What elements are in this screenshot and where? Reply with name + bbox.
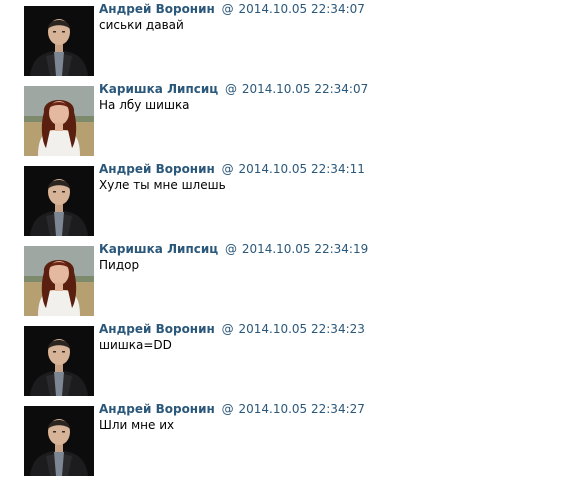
author-link[interactable]: Андрей Воронин [99,402,215,416]
author-link[interactable]: Каришка Липсиц [99,242,218,256]
avatar-man-photo [24,6,94,76]
message-header: Каришка Липсиц @ 2014.10.05 22:34:07 [99,82,573,97]
message-list: Андрей Воронин @ 2014.10.05 22:34:07 сис… [24,0,573,480]
avatar-karishka-lipsits[interactable] [24,86,94,156]
author-link[interactable]: Андрей Воронин [99,2,215,16]
message-item: Андрей Воронин @ 2014.10.05 22:34:11 Хул… [24,160,573,240]
message-body: Андрей Воронин @ 2014.10.05 22:34:23 шиш… [99,322,573,353]
timestamp-link[interactable]: 2014.10.05 22:34:07 [238,2,364,16]
message-item: Андрей Воронин @ 2014.10.05 22:34:23 шиш… [24,320,573,400]
avatar-andrey-voronin[interactable] [24,326,94,396]
message-header: Каришка Липсиц @ 2014.10.05 22:34:19 [99,242,573,257]
avatar-man-photo [24,406,94,476]
message-text: шишка=DD [99,338,172,352]
message-text: Пидор [99,258,140,272]
message-text: На лбу шишка [99,98,190,112]
message-body: Андрей Воронин @ 2014.10.05 22:34:27 Шли… [99,402,573,433]
message-header: Андрей Воронин @ 2014.10.05 22:34:23 [99,322,573,337]
at-separator: @ [224,242,237,256]
timestamp-link[interactable]: 2014.10.05 22:34:19 [242,242,368,256]
message-text: сиськи давай [99,18,184,32]
avatar-andrey-voronin[interactable] [24,6,94,76]
avatar-woman-photo [24,86,94,156]
avatar-man-photo [24,326,94,396]
message-item: Андрей Воронин @ 2014.10.05 22:34:07 сис… [24,0,573,80]
at-separator: @ [221,2,234,16]
message-text: Хуле ты мне шлешь [99,178,226,192]
message-header: Андрей Воронин @ 2014.10.05 22:34:27 [99,402,573,417]
message-header: Андрей Воронин @ 2014.10.05 22:34:11 [99,162,573,177]
message-text: Шли мне их [99,418,175,432]
avatar-karishka-lipsits[interactable] [24,246,94,316]
avatar-andrey-voronin[interactable] [24,406,94,476]
at-separator: @ [221,402,234,416]
at-separator: @ [224,82,237,96]
message-item: Каришка Липсиц @ 2014.10.05 22:34:07 На … [24,80,573,160]
avatar-man-photo [24,166,94,236]
avatar-woman-photo [24,246,94,316]
avatar-andrey-voronin[interactable] [24,166,94,236]
at-separator: @ [221,322,234,336]
message-body: Андрей Воронин @ 2014.10.05 22:34:07 сис… [99,2,573,33]
author-link[interactable]: Андрей Воронин [99,162,215,176]
message-item: Андрей Воронин @ 2014.10.05 22:34:27 Шли… [24,400,573,480]
timestamp-link[interactable]: 2014.10.05 22:34:27 [238,402,364,416]
message-body: Каришка Липсиц @ 2014.10.05 22:34:19 Пид… [99,242,573,273]
timestamp-link[interactable]: 2014.10.05 22:34:07 [242,82,368,96]
message-header: Андрей Воронин @ 2014.10.05 22:34:07 [99,2,573,17]
message-body: Андрей Воронин @ 2014.10.05 22:34:11 Хул… [99,162,573,193]
author-link[interactable]: Андрей Воронин [99,322,215,336]
timestamp-link[interactable]: 2014.10.05 22:34:23 [238,322,364,336]
message-body: Каришка Липсиц @ 2014.10.05 22:34:07 На … [99,82,573,113]
message-item: Каришка Липсиц @ 2014.10.05 22:34:19 Пид… [24,240,573,320]
timestamp-link[interactable]: 2014.10.05 22:34:11 [238,162,364,176]
at-separator: @ [221,162,234,176]
author-link[interactable]: Каришка Липсиц [99,82,218,96]
